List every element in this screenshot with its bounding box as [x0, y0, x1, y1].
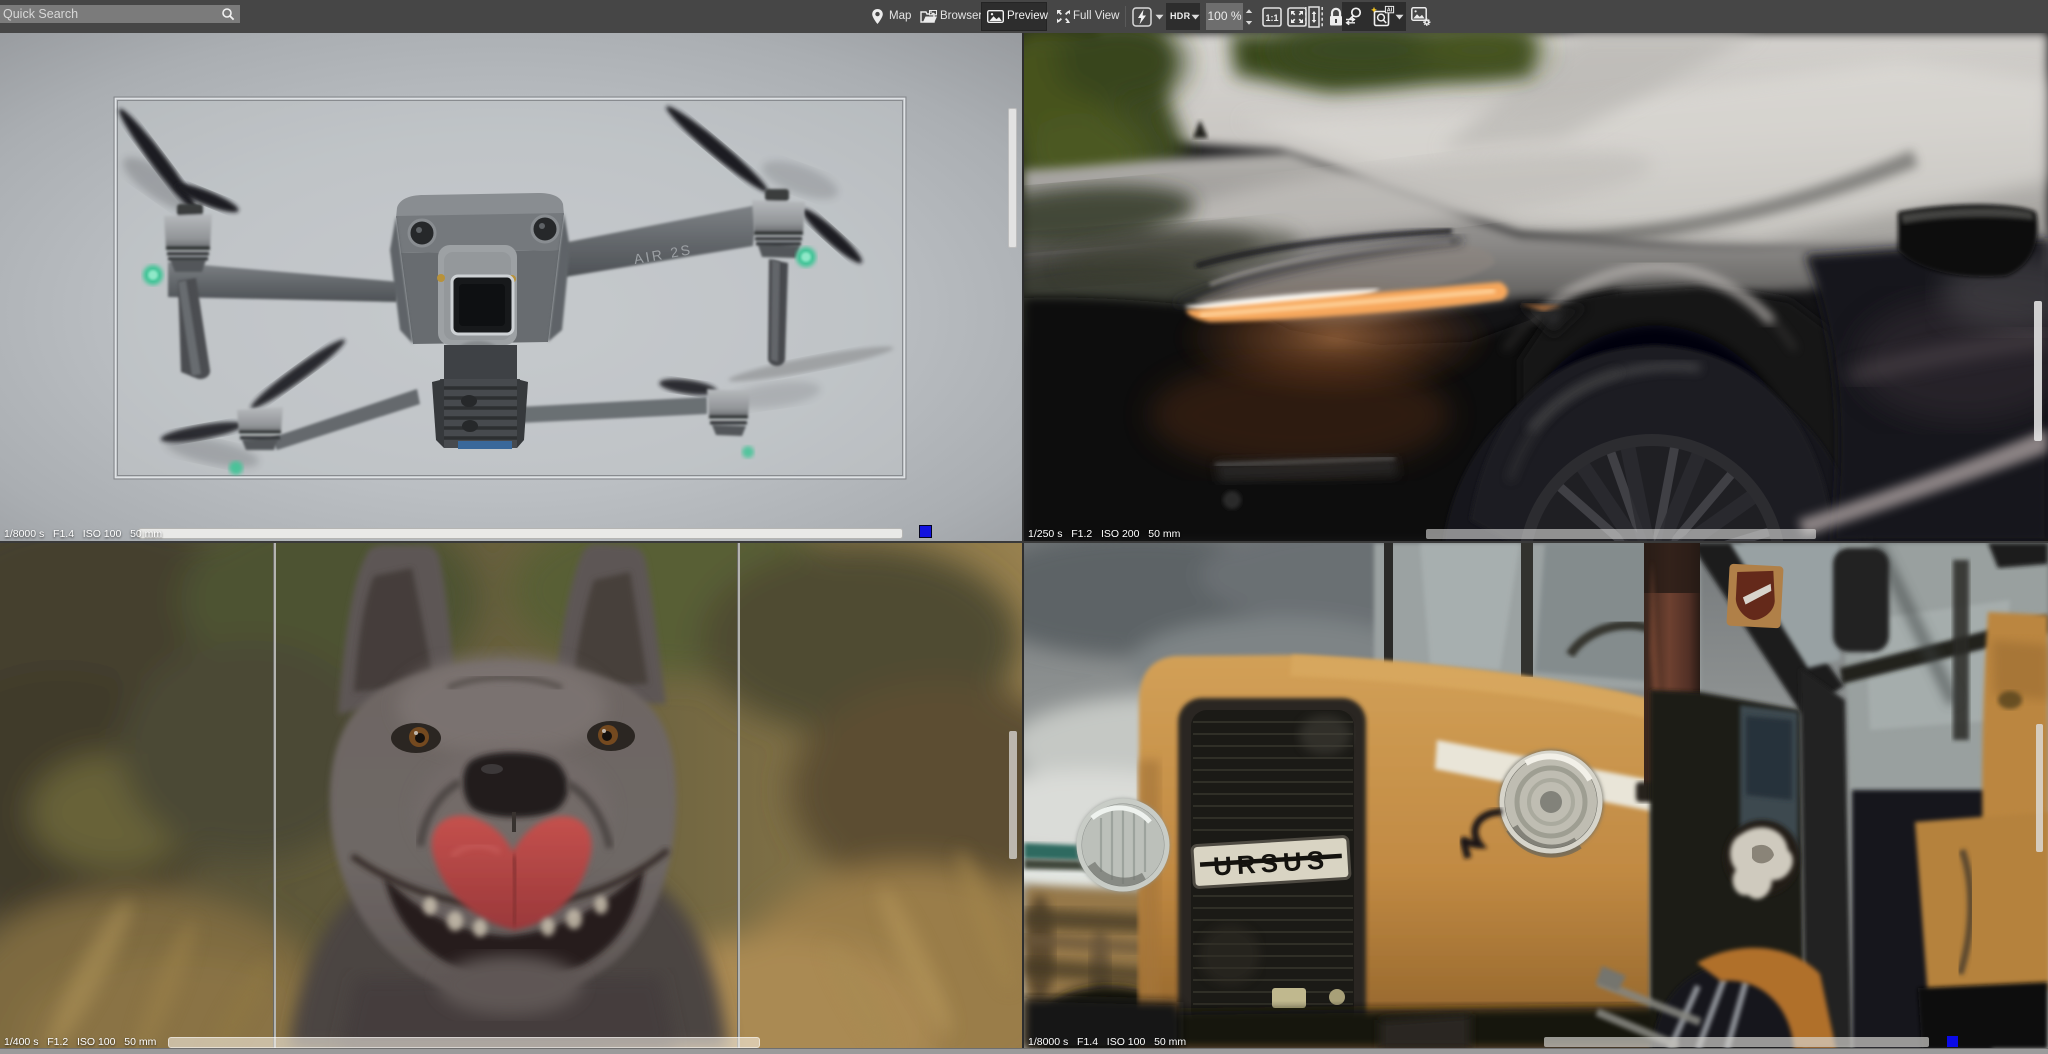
svg-text:AI: AI — [1387, 8, 1393, 14]
svg-text:1:1: 1:1 — [1265, 13, 1278, 23]
